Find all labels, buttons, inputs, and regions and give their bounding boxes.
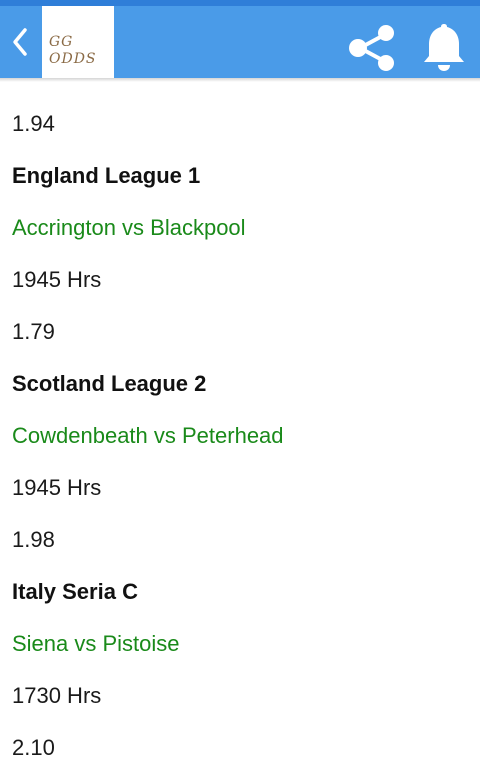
- logo-line-2: ODDS: [49, 51, 97, 67]
- odds-value: 1.94: [12, 111, 55, 136]
- odds-value: 1.79: [12, 319, 55, 344]
- notifications-button[interactable]: [420, 20, 468, 74]
- back-icon: [13, 28, 27, 56]
- kickoff-time: 1945 Hrs: [12, 267, 102, 292]
- league-name: Italy Seria C: [12, 579, 138, 604]
- gg-odds-logo: GG ODDS: [42, 6, 114, 78]
- kickoff-time: 1730 Hrs: [12, 683, 102, 708]
- share-icon: [349, 25, 394, 71]
- match-link[interactable]: Accrington vs Blackpool: [12, 200, 472, 252]
- odds-value: 2.10: [12, 735, 55, 760]
- league-name: Scotland League 2: [12, 371, 207, 396]
- app-bar-shadow: [0, 78, 480, 82]
- back-button[interactable]: [6, 24, 36, 60]
- logo-line-1: GG: [49, 34, 74, 50]
- odds-feed: 1.94 England League 1 Accrington vs Blac…: [12, 96, 472, 772]
- share-button[interactable]: [346, 22, 398, 74]
- match-link[interactable]: Cowdenbeath vs Peterhead: [12, 408, 472, 460]
- match-link[interactable]: Siena vs Pistoise: [12, 616, 472, 668]
- odds-value: 1.98: [12, 527, 55, 552]
- kickoff-time: 1945 Hrs: [12, 475, 102, 500]
- league-name: England League 1: [12, 163, 201, 188]
- bell-icon: [424, 24, 464, 71]
